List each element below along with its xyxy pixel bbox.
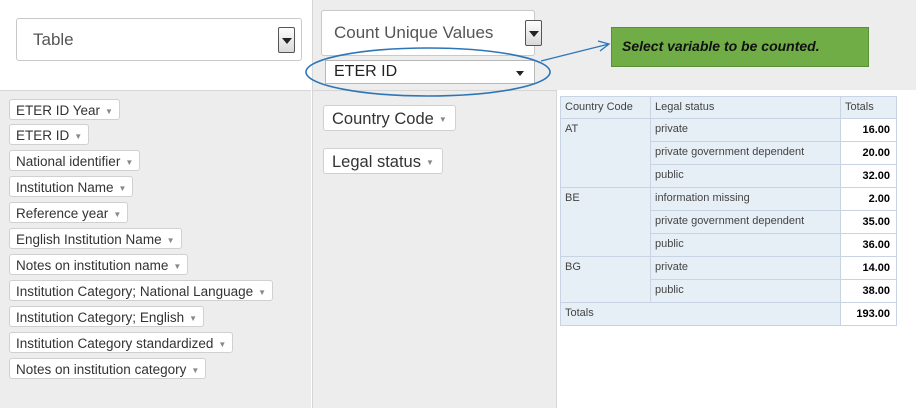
renderer-select[interactable]: Table	[16, 18, 302, 61]
triangle-down-icon[interactable]: ▼	[74, 132, 82, 141]
table-row: BE information missing 2.00	[560, 187, 897, 257]
row-header: public	[650, 164, 841, 188]
triangle-down-icon[interactable]: ▼	[189, 314, 197, 323]
attribute-pill-label: Institution Name	[16, 180, 114, 195]
table-row: AT private 16.00	[560, 118, 897, 188]
row-header: AT	[560, 118, 651, 188]
chevron-down-icon	[516, 71, 524, 76]
attribute-pill-label: ETER ID	[16, 128, 70, 143]
table-cell: 2.00	[840, 187, 897, 211]
row-header: public	[650, 279, 841, 303]
row-header: BE	[560, 187, 651, 257]
triangle-down-icon[interactable]: ▼	[218, 340, 226, 349]
table-cell: 14.00	[840, 256, 897, 280]
attribute-pill[interactable]: Institution Name ▼	[9, 176, 134, 197]
attribute-pill-label: English Institution Name	[16, 232, 162, 247]
attribute-pill[interactable]: Institution Category; English ▼	[9, 306, 205, 327]
table-cell: 16.00	[840, 118, 897, 142]
attribute-pill-label: Reference year	[16, 206, 109, 221]
triangle-down-icon[interactable]: ▼	[125, 158, 133, 167]
column-header: Legal status	[650, 96, 841, 119]
aggregator-select-value: Count Unique Values	[334, 23, 494, 42]
attribute-pill-label: ETER ID Year	[16, 103, 101, 118]
table-cell: 38.00	[840, 279, 897, 303]
grand-total-cell: 193.00	[840, 302, 897, 326]
attribute-pill[interactable]: Notes on institution name ▼	[9, 254, 189, 275]
totals-label: Totals	[560, 302, 841, 326]
table-cell: 32.00	[840, 164, 897, 188]
row-header: private government dependent	[650, 210, 841, 234]
attribute-pill[interactable]: Notes on institution category ▼	[9, 358, 207, 379]
row-header: information missing	[650, 187, 841, 211]
row-header: private	[650, 118, 841, 142]
attribute-pill-label: Institution Category; National Language	[16, 284, 254, 299]
row-attribute-pill[interactable]: Legal status ▼	[323, 148, 443, 174]
attribute-pill[interactable]: ETER ID Year ▼	[9, 99, 120, 120]
aggregator-attribute-value: ETER ID	[334, 63, 398, 80]
annotation-callout: Select variable to be counted.	[611, 27, 869, 67]
annotation-text: Select variable to be counted.	[622, 38, 820, 54]
attribute-pill-label: National identifier	[16, 154, 121, 169]
renderer-area: Table	[0, 0, 311, 90]
row-header: private government dependent	[650, 141, 841, 165]
aggregator-attribute-select[interactable]: ETER ID	[325, 60, 535, 84]
row-header: private	[650, 256, 841, 280]
triangle-down-icon[interactable]: ▼	[258, 288, 266, 297]
row-header: public	[650, 233, 841, 257]
aggregator-dropdown-icon[interactable]	[525, 20, 542, 46]
attribute-pill[interactable]: Institution Category standardized ▼	[9, 332, 234, 353]
attribute-pill[interactable]: Reference year ▼	[9, 202, 129, 223]
triangle-down-icon[interactable]: ▼	[167, 236, 175, 245]
triangle-down-icon[interactable]: ▼	[105, 107, 113, 116]
triangle-down-icon[interactable]: ▼	[426, 158, 434, 167]
pivot-output: Country Code Legal status Totals AT priv…	[560, 96, 897, 326]
attribute-pill-label: Notes on institution category	[16, 362, 187, 377]
attribute-pill-label: Institution Category standardized	[16, 336, 214, 351]
triangle-down-icon[interactable]: ▼	[113, 210, 121, 219]
triangle-down-icon[interactable]: ▼	[173, 262, 181, 271]
attribute-pill-label: Institution Category; English	[16, 310, 185, 325]
column-header: Totals	[840, 96, 897, 119]
row-attributes-area	[312, 90, 557, 408]
attribute-pill[interactable]: ETER ID ▼	[9, 124, 90, 145]
table-cell: 20.00	[840, 141, 897, 165]
row-attribute-pill[interactable]: Country Code ▼	[323, 105, 456, 131]
table-cell: 36.00	[840, 233, 897, 257]
triangle-down-icon[interactable]: ▼	[439, 115, 447, 124]
attribute-pill-label: Notes on institution name	[16, 258, 169, 273]
row-attribute-label: Country Code	[332, 110, 434, 128]
renderer-dropdown-icon[interactable]	[278, 26, 295, 53]
table-row: BG private 14.00	[560, 256, 897, 303]
renderer-select-value: Table	[33, 29, 74, 49]
attribute-pill[interactable]: Institution Category; National Language ▼	[9, 280, 274, 301]
totals-row: Totals 193.00	[560, 302, 897, 326]
pivot-table: Country Code Legal status Totals AT priv…	[560, 96, 897, 326]
row-header: BG	[560, 256, 651, 303]
attribute-pill[interactable]: National identifier ▼	[9, 150, 141, 171]
row-attribute-label: Legal status	[332, 153, 421, 171]
triangle-down-icon[interactable]: ▼	[191, 366, 199, 375]
triangle-down-icon[interactable]: ▼	[119, 184, 127, 193]
table-cell: 35.00	[840, 210, 897, 234]
aggregator-select[interactable]: Count Unique Values	[321, 10, 542, 56]
column-header: Country Code	[560, 96, 651, 119]
attribute-pill[interactable]: English Institution Name ▼	[9, 228, 182, 249]
